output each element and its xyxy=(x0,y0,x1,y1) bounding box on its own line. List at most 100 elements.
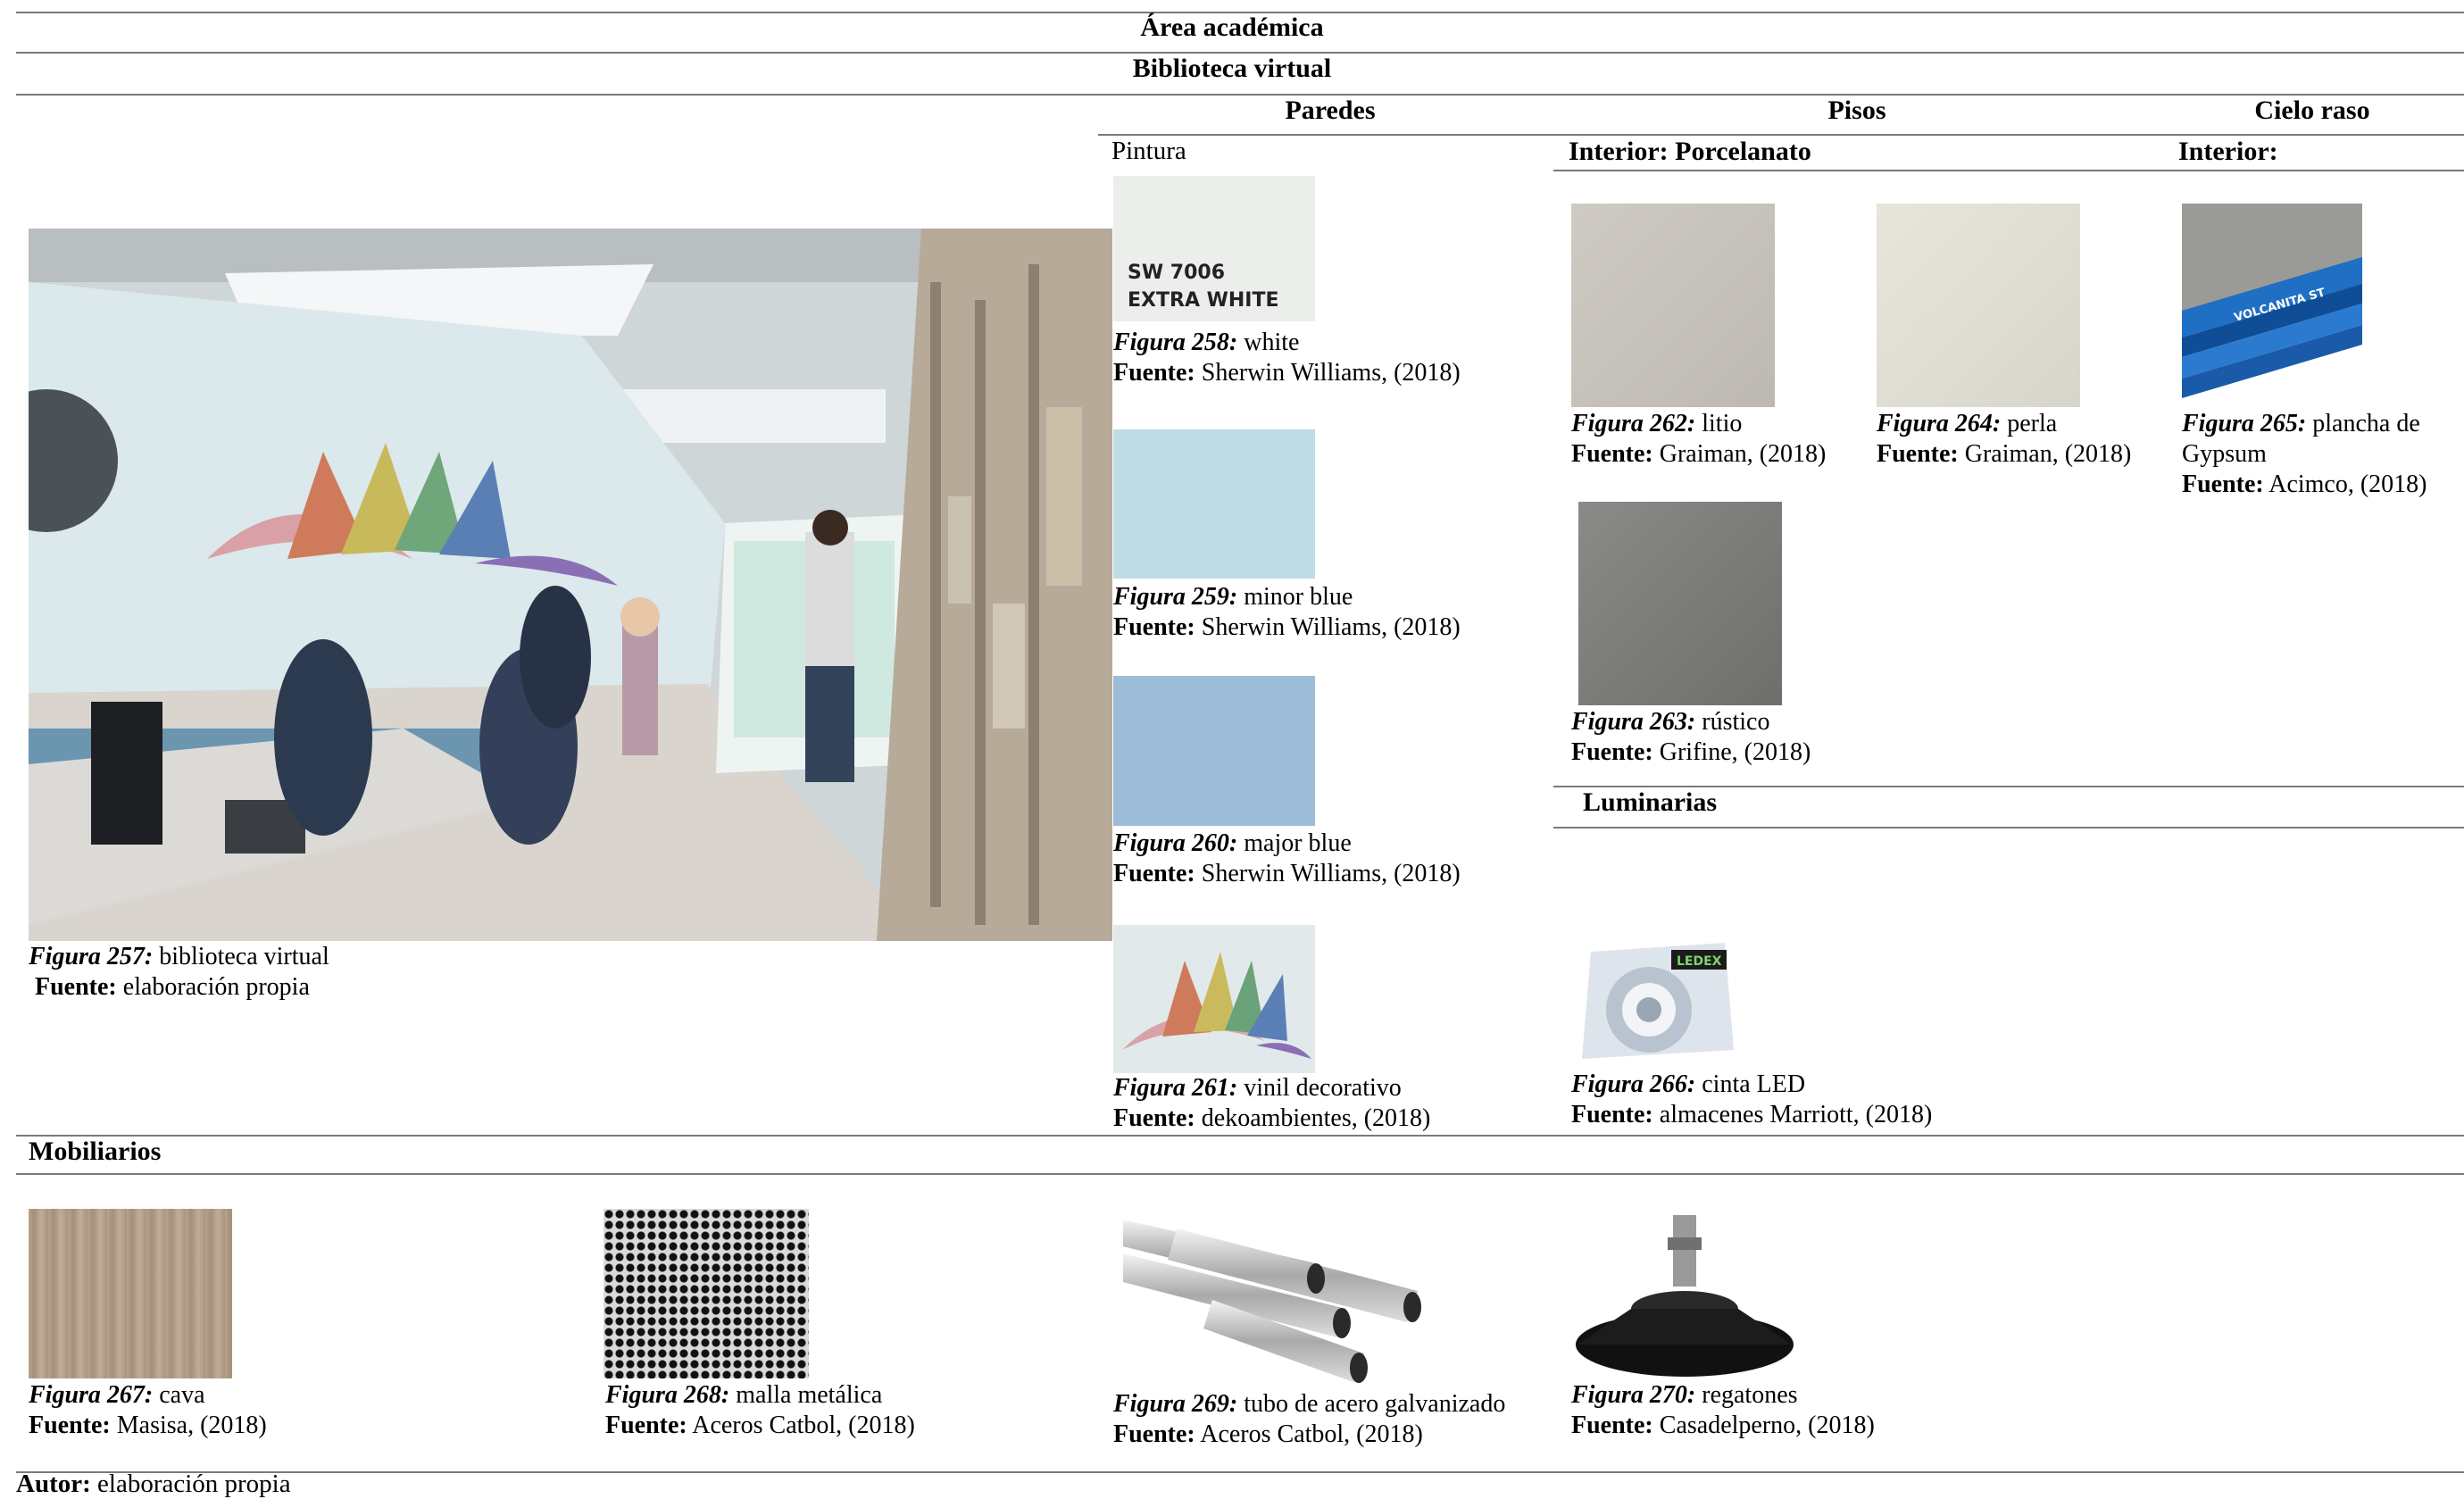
led-brand: LEDEX xyxy=(1677,954,1722,969)
caption-f261: Figura 261: vinil decorativo Fuente: dek… xyxy=(1113,1073,1551,1134)
source-label: Fuente: xyxy=(1571,440,1653,468)
subheader-mobiliarios: Mobiliarios xyxy=(29,1137,162,1166)
figure-label: Figura 265: xyxy=(2182,410,2307,437)
rule-mobiliarios-bottom xyxy=(16,1173,2464,1175)
source-label: Fuente: xyxy=(1113,359,1195,387)
swatch-text-1: SW 7006 xyxy=(1128,262,1226,284)
source-label: Fuente: xyxy=(2182,471,2264,498)
figure-label: Figura 261: xyxy=(1113,1074,1238,1102)
figure-name: cinta LED xyxy=(1695,1070,1806,1098)
source-label: Fuente: xyxy=(605,1412,687,1439)
figure-name: regatones xyxy=(1695,1381,1798,1409)
caption-f263: Figura 263: rústico Fuente: Grifine, (20… xyxy=(1571,707,1875,768)
source-value: dekoambientes, (2018) xyxy=(1195,1104,1431,1132)
figure-name: tubo de acero galvanizado xyxy=(1237,1390,1506,1418)
source-label: Fuente: xyxy=(1571,1101,1653,1128)
caption-f270: Figura 270: regatones Fuente: Casadelper… xyxy=(1571,1380,1982,1441)
source-label: Fuente: xyxy=(1571,738,1653,766)
figure-name: white xyxy=(1237,329,1300,356)
space-title: Biblioteca virtual xyxy=(1132,54,1332,83)
col-paredes: Paredes xyxy=(1285,96,1376,125)
figure-label: Figura 262: xyxy=(1571,410,1696,437)
figure-name: perla xyxy=(2001,410,2058,437)
subheader-luminarias: Luminarias xyxy=(1583,787,1718,817)
caption-f260: Figura 260: major blue Fuente: Sherwin W… xyxy=(1113,829,1551,889)
figure-name: biblioteca virtual xyxy=(153,943,329,970)
col-cielo-raso: Cielo raso xyxy=(2254,96,2370,125)
col-pisos: Pisos xyxy=(1827,96,1886,125)
source-label: Fuente: xyxy=(35,973,117,1001)
figure-label: Figura 268: xyxy=(605,1381,730,1409)
cava-wood-image xyxy=(29,1209,232,1378)
vinyl-decal-image xyxy=(1113,925,1315,1073)
figure-label: Figura 258: xyxy=(1113,329,1238,356)
subheader-pisos-interior: Interior: Porcelanato xyxy=(1569,137,1811,166)
perla-tile-image xyxy=(1877,204,2080,407)
caption-f268: Figura 268: malla metálica Fuente: Acero… xyxy=(605,1380,998,1441)
figure-label: Figura 270: xyxy=(1571,1381,1696,1409)
rule-luminarias-bottom xyxy=(1553,827,2464,829)
litio-tile-image xyxy=(1571,204,1775,407)
source-value: elaboración propia xyxy=(116,973,310,1001)
source-value: Aceros Catbol, (2018) xyxy=(1195,1420,1423,1448)
figure-name: minor blue xyxy=(1237,583,1353,611)
author-label: Autor: xyxy=(16,1470,91,1498)
figure-name: cava xyxy=(153,1381,205,1409)
figure-label: Figura 263: xyxy=(1571,708,1696,736)
source-label: Fuente: xyxy=(1113,860,1195,887)
author-value: elaboración propia xyxy=(90,1470,291,1498)
figure-name: major blue xyxy=(1237,829,1352,857)
area-title: Área académica xyxy=(1140,12,1324,42)
rule-bottom xyxy=(16,1471,2464,1473)
metal-mesh-image xyxy=(604,1209,809,1378)
rule-mobiliarios-top xyxy=(16,1135,2464,1137)
source-value: Acimco, (2018) xyxy=(2263,471,2427,498)
caption-f262: Figura 262: litio Fuente: Graiman, (2018… xyxy=(1571,409,1875,470)
figure-label: Figura 267: xyxy=(29,1381,154,1409)
figure-label: Figura 264: xyxy=(1877,410,2002,437)
source-label: Fuente: xyxy=(1113,1104,1195,1132)
minor-blue-swatch xyxy=(1113,429,1315,579)
swatch-text-2: EXTRA WHITE xyxy=(1128,289,1279,312)
figure-label: Figura 266: xyxy=(1571,1070,1696,1098)
source-label: Fuente: xyxy=(1113,1420,1195,1448)
caption-f259: Figura 259: minor blue Fuente: Sherwin W… xyxy=(1113,582,1551,643)
source-value: Casadelperno, (2018) xyxy=(1652,1412,1875,1439)
led-strip-image: LEDEX xyxy=(1573,934,1743,1068)
source-value: Graiman, (2018) xyxy=(1652,440,1827,468)
caption-f258: Figura 258: white Fuente: Sherwin Willia… xyxy=(1113,328,1551,388)
author-footer: Autor: elaboración propia xyxy=(16,1470,291,1499)
leveling-foot-image xyxy=(1573,1211,1796,1380)
figure-label: Figura 269: xyxy=(1113,1390,1238,1418)
figure-name: litio xyxy=(1695,410,1743,437)
source-value: Grifine, (2018) xyxy=(1652,738,1811,766)
figure-label: Figura 260: xyxy=(1113,829,1238,857)
figure-name: vinil decorativo xyxy=(1237,1074,1402,1102)
rustico-tile-image xyxy=(1578,502,1782,705)
figure-label: Figura 259: xyxy=(1113,583,1238,611)
caption-f269: Figura 269: tubo de acero galvanizado Fu… xyxy=(1113,1389,1551,1450)
rule-pisos-sub xyxy=(1553,170,2464,171)
source-label: Fuente: xyxy=(29,1412,111,1439)
source-value: Graiman, (2018) xyxy=(1958,440,2132,468)
source-value: Masisa, (2018) xyxy=(110,1412,267,1439)
figure-name: rústico xyxy=(1695,708,1770,736)
steel-tubes-image xyxy=(1123,1211,1441,1386)
major-blue-swatch xyxy=(1113,676,1315,826)
caption-f267: Figura 267: cava Fuente: Masisa, (2018) xyxy=(29,1380,386,1441)
white-paint-swatch: SW 7006 EXTRA WHITE xyxy=(1113,176,1315,321)
source-value: Sherwin Williams, (2018) xyxy=(1195,613,1461,641)
source-label: Fuente: xyxy=(1113,613,1195,641)
caption-f264: Figura 264: perla Fuente: Graiman, (2018… xyxy=(1877,409,2180,470)
source-value: Sherwin Williams, (2018) xyxy=(1195,359,1461,387)
caption-f265: Figura 265: plancha de Gypsum Fuente: Ac… xyxy=(2182,409,2450,500)
source-value: Aceros Catbol, (2018) xyxy=(687,1412,915,1439)
caption-f257: Figura 257: biblioteca virtual Fuente: e… xyxy=(29,942,475,1003)
source-label: Fuente: xyxy=(1571,1412,1653,1439)
caption-f266: Figura 266: cinta LED Fuente: almacenes … xyxy=(1571,1070,1982,1130)
source-value: almacenes Marriott, (2018) xyxy=(1652,1101,1933,1128)
gypsum-board-image: VOLCANITA ST xyxy=(2182,204,2362,407)
source-value: Sherwin Williams, (2018) xyxy=(1195,860,1461,887)
figure-name: malla metálica xyxy=(729,1381,883,1409)
library-render-image xyxy=(29,229,1112,941)
